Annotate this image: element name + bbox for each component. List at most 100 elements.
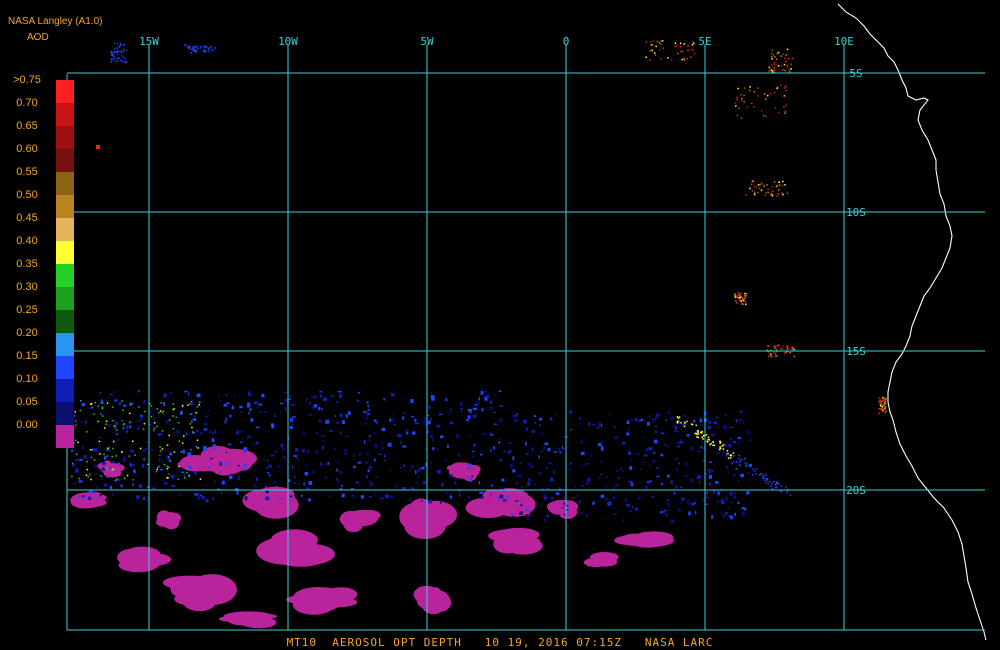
aod-pixel bbox=[108, 446, 112, 449]
aod-pixel bbox=[178, 465, 180, 468]
legend-label: 0.00 bbox=[16, 419, 38, 431]
aod-pixel bbox=[366, 452, 370, 455]
aod-pixel bbox=[498, 437, 501, 440]
aod-pixel bbox=[531, 429, 535, 433]
legend-swatch bbox=[56, 402, 74, 425]
aod-pixel bbox=[604, 497, 608, 501]
aod-pixel bbox=[166, 465, 169, 468]
aod-pixel bbox=[122, 44, 125, 46]
aod-pixel bbox=[521, 440, 524, 443]
aod-pixel bbox=[590, 454, 592, 458]
aod-pixel bbox=[679, 438, 682, 442]
aod-pixel bbox=[231, 405, 234, 410]
aod-pixel bbox=[716, 500, 719, 503]
aod-pixel bbox=[651, 49, 653, 52]
aod-pixel bbox=[638, 482, 642, 484]
aod-pixel bbox=[263, 411, 268, 413]
aod-pixel bbox=[158, 412, 160, 414]
aod-pixel bbox=[764, 115, 767, 117]
aod-pixel bbox=[411, 416, 414, 418]
aod-pixel bbox=[753, 90, 756, 93]
aod-pixel bbox=[198, 403, 200, 406]
aod-pixel bbox=[564, 508, 569, 511]
aod-pixel bbox=[734, 296, 736, 298]
aod-pixel bbox=[528, 510, 533, 512]
aod-pixel bbox=[776, 52, 779, 55]
legend-swatch bbox=[56, 356, 74, 379]
aod-pixel bbox=[432, 438, 434, 442]
aod-pixel bbox=[667, 57, 669, 59]
aod-pixel bbox=[767, 188, 770, 190]
aod-pixel bbox=[741, 507, 746, 509]
aod-pixel bbox=[771, 186, 773, 188]
aod-pixel bbox=[214, 47, 217, 49]
aod-pixel bbox=[390, 392, 395, 397]
aod-pixel bbox=[771, 49, 774, 52]
aod-pixel bbox=[311, 470, 315, 474]
aod-pixel bbox=[318, 419, 322, 422]
aod-pixel bbox=[86, 431, 88, 433]
aod-pixel bbox=[633, 515, 635, 517]
aod-pixel bbox=[636, 453, 640, 455]
aod-pixel bbox=[374, 443, 378, 448]
legend-swatch bbox=[56, 333, 74, 356]
aod-pixel bbox=[679, 45, 682, 48]
aod-pixel bbox=[526, 452, 529, 456]
aod-pixel bbox=[137, 497, 139, 501]
aod-pixel bbox=[225, 462, 228, 466]
aod-pixel bbox=[367, 412, 371, 416]
aod-pixel bbox=[467, 463, 472, 465]
aod-pixel bbox=[714, 423, 718, 425]
aod-pixel bbox=[773, 351, 775, 353]
aod-low-region bbox=[416, 590, 445, 610]
aod-pixel bbox=[221, 480, 225, 485]
aod-pixel bbox=[727, 452, 729, 455]
aod-pixel bbox=[106, 402, 109, 404]
aod-pixel bbox=[71, 450, 73, 452]
aod-pixel bbox=[627, 430, 630, 432]
aod-pixel bbox=[721, 451, 726, 453]
aod-pixel bbox=[741, 98, 743, 100]
aod-pixel bbox=[275, 486, 279, 488]
aod-pixel bbox=[660, 40, 662, 42]
aod-pixel bbox=[737, 87, 739, 90]
aod-pixel bbox=[789, 351, 792, 354]
aod-pixel bbox=[770, 485, 772, 487]
aod-pixel bbox=[737, 501, 740, 504]
aod-pixel bbox=[693, 52, 696, 55]
aod-pixel bbox=[292, 424, 294, 426]
aod-pixel bbox=[653, 52, 656, 54]
aod-pixel bbox=[507, 495, 510, 499]
aod-pixel bbox=[727, 507, 730, 509]
aod-pixel bbox=[645, 486, 648, 490]
aod-pixel bbox=[116, 57, 119, 60]
aod-pixel bbox=[129, 404, 131, 406]
aod-pixel bbox=[71, 475, 73, 478]
aod-pixel bbox=[208, 470, 210, 473]
aod-pixel bbox=[234, 394, 236, 397]
aod-pixel bbox=[750, 465, 752, 468]
aod-pixel bbox=[336, 468, 338, 472]
aod-pixel bbox=[786, 64, 788, 67]
aod-pixel bbox=[106, 467, 108, 470]
aod-pixel bbox=[197, 447, 199, 449]
aod-pixel bbox=[760, 472, 763, 475]
aod-pixel bbox=[708, 482, 711, 486]
aod-pixel bbox=[878, 397, 881, 399]
aod-pixel bbox=[776, 481, 778, 483]
aod-pixel bbox=[146, 486, 149, 488]
aod-pixel bbox=[762, 114, 765, 117]
aod-pixel bbox=[368, 496, 372, 498]
aod-pixel bbox=[553, 451, 558, 453]
aod-pixel bbox=[880, 399, 883, 402]
aod-pixel bbox=[180, 451, 183, 453]
aod-pixel bbox=[111, 492, 114, 497]
aod-pixel bbox=[420, 467, 425, 470]
aod-pixel bbox=[378, 453, 382, 455]
aod-pixel bbox=[193, 415, 197, 418]
aod-pixel bbox=[657, 414, 661, 417]
aod-pixel bbox=[550, 477, 554, 482]
aod-pixel bbox=[540, 450, 544, 452]
aod-pixel bbox=[454, 481, 457, 485]
aod-pixel bbox=[298, 482, 301, 486]
